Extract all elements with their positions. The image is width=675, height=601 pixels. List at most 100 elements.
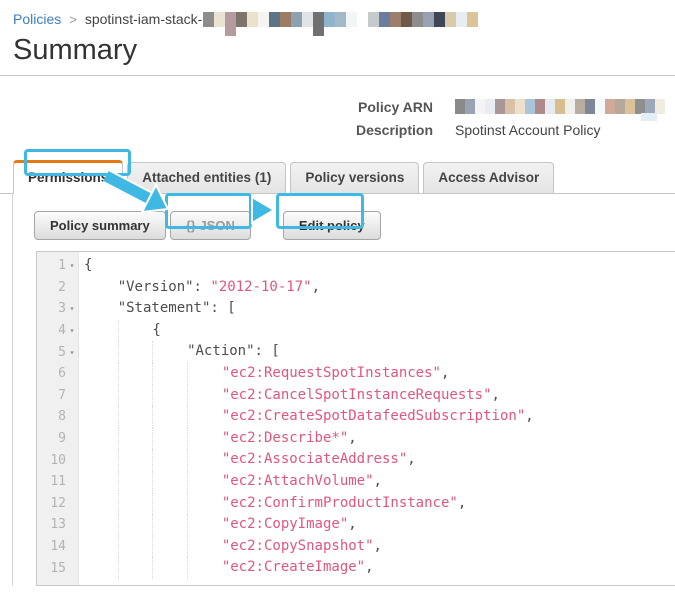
redaction-block — [565, 99, 575, 114]
indent-guide — [84, 514, 118, 536]
permissions-tab-panel: Policy summary{} JSONEdit policy 1▾{2"Ve… — [12, 194, 675, 586]
json-code-editor[interactable]: 1▾{2"Version": "2012-10-17",3▾"Statement… — [36, 251, 675, 586]
code-line: 1▾{ — [37, 255, 675, 277]
indent-guide — [152, 341, 187, 363]
tab-access-advisor[interactable]: Access Advisor — [423, 162, 554, 193]
line-number-text: 1 — [58, 258, 66, 273]
line-number-text: 11 — [50, 474, 66, 489]
tab-permissions[interactable]: Permissions — [13, 160, 123, 194]
code-content[interactable]: "ec2:AttachVolume", — [78, 471, 382, 493]
title-divider — [0, 75, 675, 76]
redaction-block — [302, 12, 313, 27]
policy-summary-button[interactable]: Policy summary — [34, 211, 166, 240]
redaction-block — [445, 12, 456, 27]
line-number-text: 13 — [50, 517, 66, 532]
line-number: 1▾ — [37, 255, 78, 277]
fold-toggle-icon[interactable]: ▾ — [66, 326, 78, 335]
redacted-policy-name — [203, 12, 478, 27]
redaction-block — [495, 99, 505, 114]
code-content[interactable]: "Statement": [ — [78, 298, 236, 320]
line-number-text: 9 — [58, 431, 66, 446]
redaction-block — [390, 12, 401, 27]
redaction-block — [291, 12, 302, 27]
redaction-block — [575, 99, 585, 114]
code-content[interactable]: { — [78, 255, 92, 277]
code-content[interactable]: "Version": "2012-10-17", — [78, 277, 320, 299]
code-token: , — [492, 385, 500, 407]
code-string-token: "ec2:ConfirmProductInstance" — [222, 493, 458, 515]
redaction-block — [412, 12, 423, 27]
fold-toggle-icon[interactable]: ▾ — [66, 261, 78, 270]
line-number-text: 8 — [58, 409, 66, 424]
indent-guide — [84, 536, 118, 558]
code-content[interactable]: "ec2:ConfirmProductInstance", — [78, 493, 466, 515]
indent-guide — [118, 385, 153, 407]
redaction-block — [475, 99, 485, 114]
indent-guide — [152, 449, 187, 471]
code-content[interactable]: "ec2:AssociateAddress", — [78, 449, 416, 471]
indent-guide — [84, 449, 118, 471]
redaction-block — [247, 12, 258, 27]
code-content[interactable]: "ec2:CopySnapshot", — [78, 536, 382, 558]
code-string-token: "ec2:AssociateAddress" — [222, 449, 407, 471]
indent-guide — [118, 341, 153, 363]
redaction-block — [545, 99, 555, 114]
indent-guide — [187, 557, 222, 579]
fold-toggle-icon[interactable]: ▾ — [66, 304, 78, 313]
indent-guide — [84, 363, 118, 385]
redaction-block — [645, 99, 655, 114]
line-number: 2 — [37, 277, 78, 299]
indent-guide — [152, 363, 187, 385]
code-string-token: "ec2:CreateImage" — [222, 557, 365, 579]
line-number: 12 — [37, 493, 78, 515]
breadcrumb-policy-name: spotinst-iam-stack- — [85, 11, 202, 27]
redaction-block — [605, 99, 615, 114]
code-line: 13 "ec2:CopyImage", — [37, 514, 675, 536]
redaction-block — [313, 12, 324, 36]
line-number-text: 4 — [58, 323, 66, 338]
code-content[interactable]: { — [78, 320, 161, 342]
code-token: "Statement": [ — [118, 298, 236, 320]
indent-guide — [84, 385, 118, 407]
code-content[interactable]: "ec2:CancelSpotInstanceRequests", — [78, 385, 500, 407]
json-button[interactable]: {} JSON — [170, 211, 251, 240]
redaction-block — [465, 99, 475, 114]
code-string-token: "ec2:AttachVolume" — [222, 471, 374, 493]
indent-guide — [84, 341, 118, 363]
code-line: 11 "ec2:AttachVolume", — [37, 471, 675, 493]
line-number: 8 — [37, 406, 78, 428]
indent-guide — [187, 385, 222, 407]
indent-guide — [152, 385, 187, 407]
tab-policy-versions[interactable]: Policy versions — [290, 162, 419, 193]
code-line: 9 "ec2:Describe*", — [37, 428, 675, 450]
indent-guide — [118, 557, 153, 579]
fold-toggle-icon[interactable]: ▾ — [66, 348, 78, 357]
code-content[interactable]: "ec2:RequestSpotInstances", — [78, 363, 449, 385]
redaction-block — [585, 99, 595, 114]
code-token: , — [458, 493, 466, 515]
indent-guide — [187, 363, 222, 385]
indent-guide — [118, 363, 153, 385]
redaction-block — [505, 99, 515, 114]
code-line: 5▾"Action": [ — [37, 341, 675, 363]
code-content[interactable]: "ec2:CreateSpotDatafeedSubscription", — [78, 406, 534, 428]
breadcrumb-policies-link[interactable]: Policies — [13, 11, 61, 27]
redaction-block — [467, 12, 478, 27]
indent-guide — [187, 449, 222, 471]
code-content[interactable]: "ec2:Describe*", — [78, 428, 357, 450]
code-content[interactable]: "ec2:CreateImage", — [78, 557, 374, 579]
indent-guide — [152, 493, 187, 515]
indent-guide — [152, 536, 187, 558]
edit-policy-button[interactable]: Edit policy — [283, 211, 381, 240]
code-content[interactable]: "ec2:CopyImage", — [78, 514, 357, 536]
code-content[interactable]: "Action": [ — [78, 341, 280, 363]
indent-guide — [152, 428, 187, 450]
policy-details: Policy ARN Description Spotinst Account … — [13, 99, 675, 138]
code-string-token: "ec2:RequestSpotInstances" — [222, 363, 441, 385]
redaction-block — [335, 12, 346, 27]
tab-attached-entities-1[interactable]: Attached entities (1) — [127, 162, 286, 193]
redaction-block — [225, 12, 236, 36]
redaction-block — [324, 12, 335, 27]
redaction-block — [535, 99, 545, 114]
redaction-block — [280, 12, 291, 27]
